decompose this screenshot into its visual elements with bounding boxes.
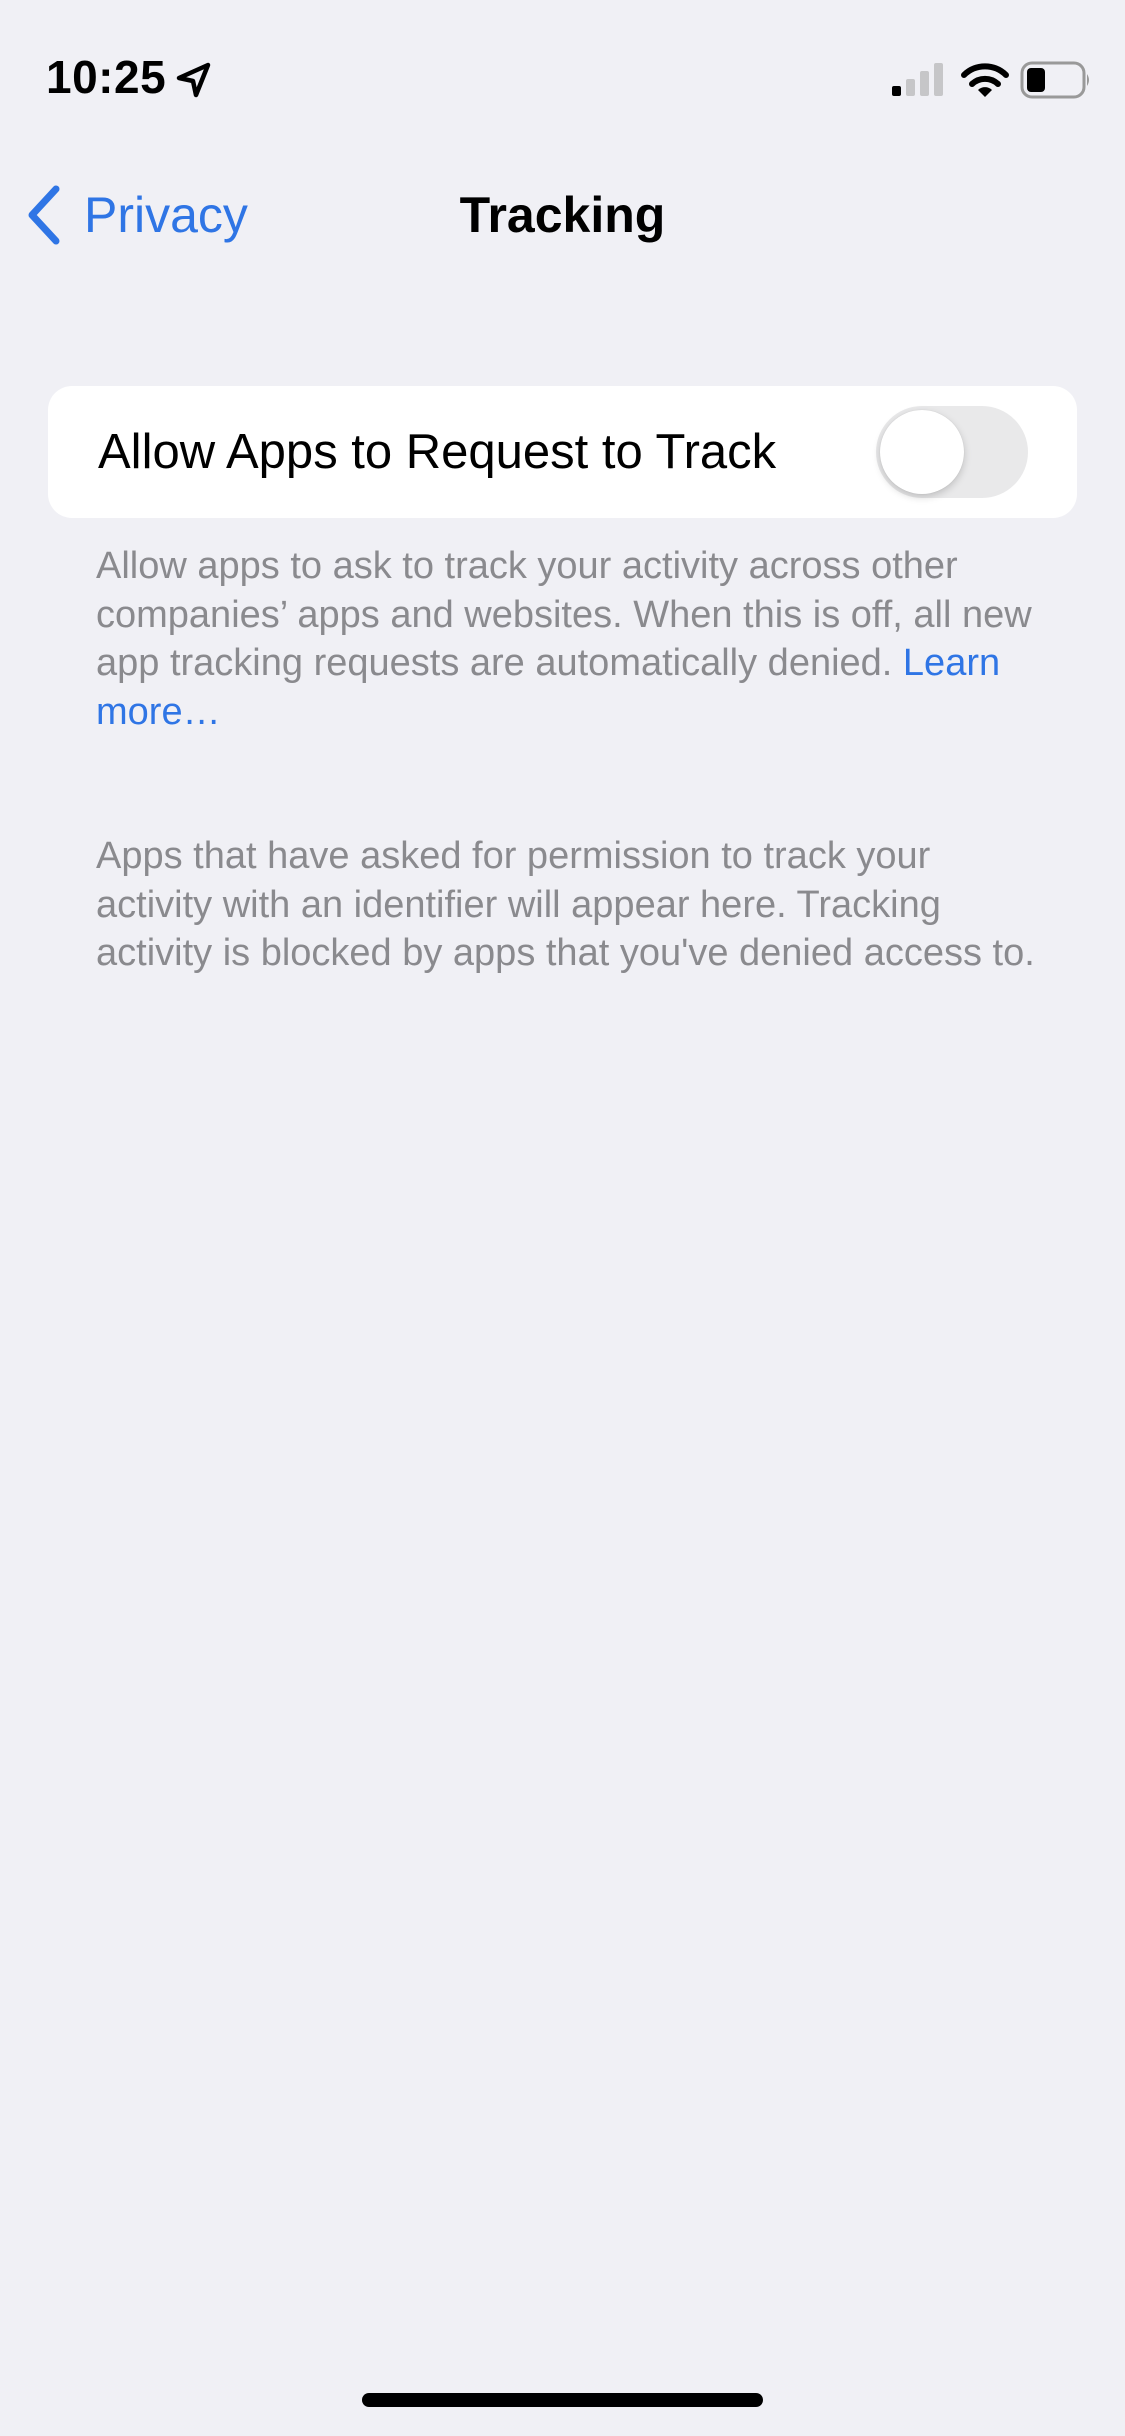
location-arrow-icon — [176, 62, 211, 98]
tracking-description: Allow apps to ask to track your activity… — [96, 542, 1056, 736]
allow-tracking-toggle[interactable] — [876, 406, 1028, 498]
page-title: Tracking — [459, 187, 666, 243]
tracking-description-text: Allow apps to ask to track your activity… — [96, 545, 1032, 684]
status-bar: 10:25 — [0, 0, 1125, 150]
cellular-signal-icon — [892, 63, 943, 96]
home-indicator[interactable] — [362, 2393, 763, 2407]
allow-tracking-label: Allow Apps to Request to Track — [98, 425, 777, 479]
toggle-knob — [880, 410, 964, 494]
wifi-icon — [961, 63, 1009, 97]
tracking-settings-group: Allow Apps to Request to Track — [48, 386, 1077, 518]
navigation-bar: Privacy Tracking — [0, 160, 1125, 270]
apps-info-text: Apps that have asked for permission to t… — [96, 835, 1035, 974]
battery-icon — [1020, 61, 1089, 99]
status-time: 10:25 — [46, 51, 167, 103]
